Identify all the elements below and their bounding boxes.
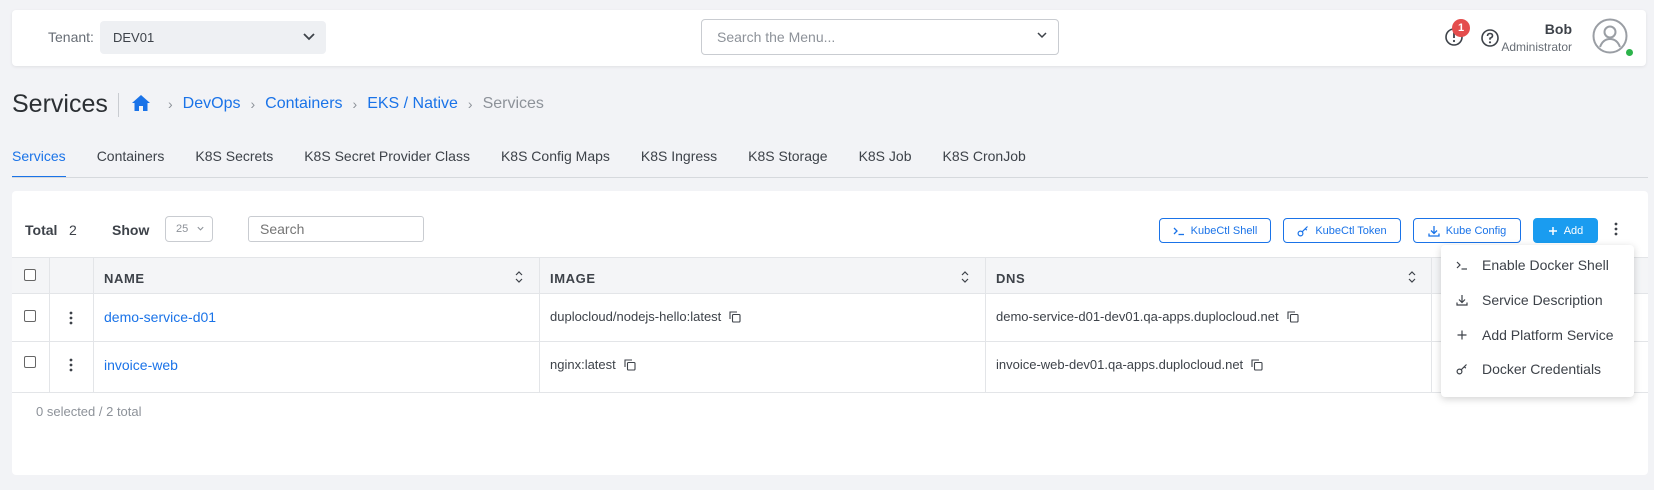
tab-containers[interactable]: Containers [97,148,165,178]
column-header-dns[interactable]: DNS [996,271,1025,286]
kubectl-token-label: KubeCtl Token [1315,224,1387,237]
kubectl-shell-button[interactable]: KubeCtl Shell [1159,218,1271,243]
terminal-icon [1173,227,1184,235]
menu-item-label: Service Description [1482,292,1603,308]
tab-k8s-ingress[interactable]: K8S Ingress [641,148,717,178]
sort-icon[interactable] [515,270,523,284]
total-label: Total [25,222,58,238]
services-card: Total 2 Show 25 KubeCtl Shell KubeCtl To… [12,191,1648,475]
column-header-image[interactable]: IMAGE [550,271,596,286]
tab-k8s-config-maps[interactable]: K8S Config Maps [501,148,610,178]
top-bar: Tenant: DEV01 Search the Menu... 1 Bob A… [12,10,1646,66]
menu-search-placeholder: Search the Menu... [717,29,836,45]
menu-item-label: Enable Docker Shell [1482,257,1609,273]
help-icon[interactable] [1480,28,1500,48]
dns-cell: invoice-web-dev01.qa-apps.duplocloud.net [996,357,1263,372]
copy-icon[interactable] [729,310,741,323]
dns-cell: demo-service-d01-dev01.qa-apps.duploclou… [996,309,1299,324]
tab-k8s-secrets[interactable]: K8S Secrets [195,148,273,178]
breadcrumb-eks-native[interactable]: EKS / Native [367,95,458,113]
tenant-value: DEV01 [113,30,155,45]
image-value: duplocloud/nodejs-hello:latest [550,309,722,324]
copy-icon[interactable] [1287,310,1299,323]
kubectl-shell-label: KubeCtl Shell [1190,224,1258,237]
download-icon [1456,295,1468,306]
tenant-label: Tenant: [48,29,94,45]
row-actions-icon[interactable] [69,358,73,372]
key-icon [1456,364,1467,375]
table-search-input[interactable] [248,216,424,242]
tab-k8s-cronjob[interactable]: K8S CronJob [943,148,1026,178]
notification-badge: 1 [1452,19,1470,37]
kubectl-token-button[interactable]: KubeCtl Token [1283,218,1401,243]
user-name: Bob [1544,21,1572,37]
select-all-checkbox[interactable] [24,269,36,281]
image-cell: nginx:latest [550,357,636,372]
dns-value: demo-service-d01-dev01.qa-apps.duploclou… [996,309,1279,324]
service-name-link[interactable]: demo-service-d01 [104,309,216,325]
menu-item-service-description[interactable]: Service Description [1441,286,1634,316]
sort-icon[interactable] [1408,270,1416,284]
download-icon [1428,225,1440,237]
tab-k8s-secret-provider-class[interactable]: K8S Secret Provider Class [304,148,470,178]
menu-item-label: Docker Credentials [1482,361,1602,377]
row-checkbox[interactable] [24,310,36,322]
image-cell: duplocloud/nodejs-hello:latest [550,309,741,324]
table-header: NAME IMAGE DNS [12,257,1648,294]
row-actions-icon[interactable] [69,311,73,325]
menu-item-docker-credentials[interactable]: Docker Credentials [1441,355,1634,385]
copy-icon[interactable] [1251,358,1263,371]
selection-summary: 0 selected / 2 total [36,404,142,419]
column-header-name[interactable]: NAME [104,271,145,286]
chevron-down-icon [1037,32,1047,39]
tenant-select[interactable]: DEV01 [100,21,326,54]
service-name-link[interactable]: invoice-web [104,357,178,373]
kube-config-label: Kube Config [1445,224,1507,237]
chevron-down-icon [303,33,315,41]
avatar[interactable] [1592,18,1628,54]
total-count: 2 [69,222,77,238]
tabs-divider [12,177,1648,178]
plus-icon [1457,330,1467,340]
tab-bar: Services Containers K8S Secrets K8S Secr… [12,148,1057,178]
add-label: Add [1563,224,1584,237]
row-checkbox[interactable] [24,356,36,368]
tab-k8s-job[interactable]: K8S Job [859,148,912,178]
page-size-select[interactable]: 25 [165,216,213,242]
menu-item-add-platform-service[interactable]: Add Platform Service [1441,321,1634,351]
dns-value: invoice-web-dev01.qa-apps.duplocloud.net [996,357,1244,372]
menu-item-enable-docker-shell[interactable]: Enable Docker Shell [1441,251,1634,281]
table-row: demo-service-d01 duplocloud/nodejs-hello… [12,295,1648,342]
breadcrumb-current: Services [482,95,544,112]
online-status-dot [1625,48,1634,57]
key-icon [1297,225,1309,237]
more-actions-icon[interactable] [1614,222,1618,236]
image-value: nginx:latest [550,357,616,372]
more-actions-menu: Enable Docker Shell Service Description … [1441,245,1634,397]
copy-icon[interactable] [624,358,636,371]
sort-icon[interactable] [961,270,969,284]
tab-k8s-storage[interactable]: K8S Storage [748,148,827,178]
user-role: Administrator [1501,40,1572,54]
add-button[interactable]: Add [1533,218,1598,243]
menu-item-label: Add Platform Service [1482,327,1614,343]
table-row: invoice-web nginx:latest invoice-web-dev… [12,342,1648,393]
kube-config-button[interactable]: Kube Config [1413,218,1521,243]
breadcrumb-containers[interactable]: Containers [265,95,342,113]
show-label: Show [112,222,150,238]
page-size-value: 25 [176,223,189,235]
menu-search-input[interactable]: Search the Menu... [701,19,1059,55]
home-icon[interactable] [131,94,151,112]
title-divider [118,93,119,117]
page-title: Services [12,90,108,118]
breadcrumb: › DevOps › Containers › EKS / Native › S… [168,95,544,113]
tab-services[interactable]: Services [12,148,66,178]
breadcrumb-devops[interactable]: DevOps [183,95,241,113]
chevron-down-icon [197,226,204,231]
plus-icon [1548,226,1557,235]
terminal-icon [1456,261,1467,270]
